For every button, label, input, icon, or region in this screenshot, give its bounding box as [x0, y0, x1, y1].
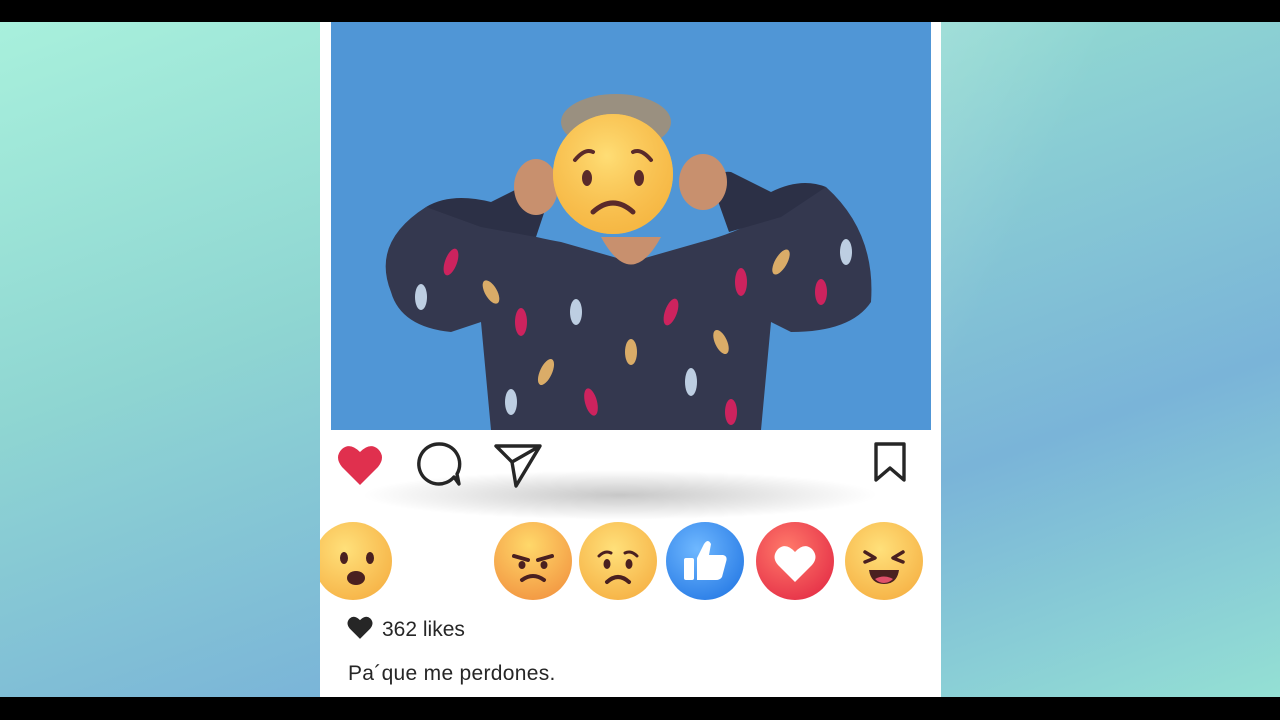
wow-reaction-icon[interactable]	[320, 522, 392, 600]
bookmark-icon[interactable]	[872, 441, 908, 488]
haha-reaction-icon[interactable]	[845, 522, 923, 600]
likes-count[interactable]: 362 likes	[382, 618, 465, 642]
post-action-bar	[320, 430, 941, 520]
instagram-post-card: 362 likes Pa´que me perdones.	[320, 22, 941, 697]
angry-reaction-icon[interactable]	[494, 522, 572, 600]
sad-reaction-icon[interactable]	[579, 522, 657, 600]
heart-icon	[346, 615, 374, 645]
like-heart-icon[interactable]	[336, 443, 384, 492]
like-thumbs-up-reaction-icon[interactable]	[666, 522, 744, 600]
love-reaction-icon[interactable]	[756, 522, 834, 600]
likes-row: 362 likes	[346, 615, 465, 645]
comment-icon[interactable]	[415, 440, 463, 493]
reactions-bar	[320, 522, 941, 602]
post-caption: Pa´que me perdones.	[348, 662, 556, 685]
post-photo	[331, 22, 931, 430]
paper-plane-icon[interactable]	[492, 440, 544, 493]
